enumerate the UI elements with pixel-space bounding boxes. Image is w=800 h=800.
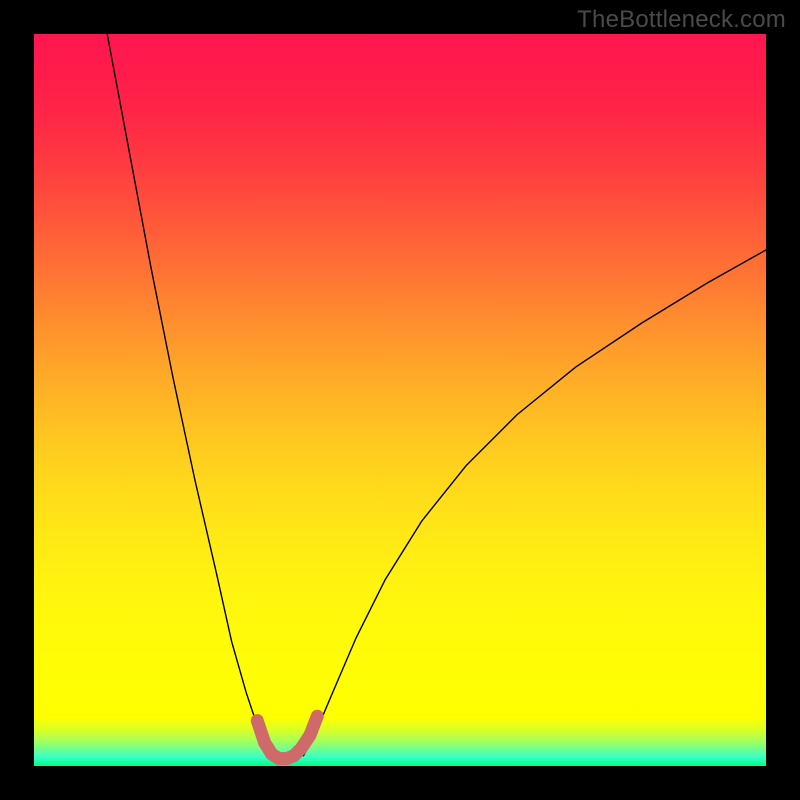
watermark-text: TheBottleneck.com: [577, 6, 786, 34]
chart-svg: [34, 34, 766, 766]
chart-plot-area: [34, 34, 766, 766]
chart-frame: TheBottleneck.com: [0, 0, 800, 800]
